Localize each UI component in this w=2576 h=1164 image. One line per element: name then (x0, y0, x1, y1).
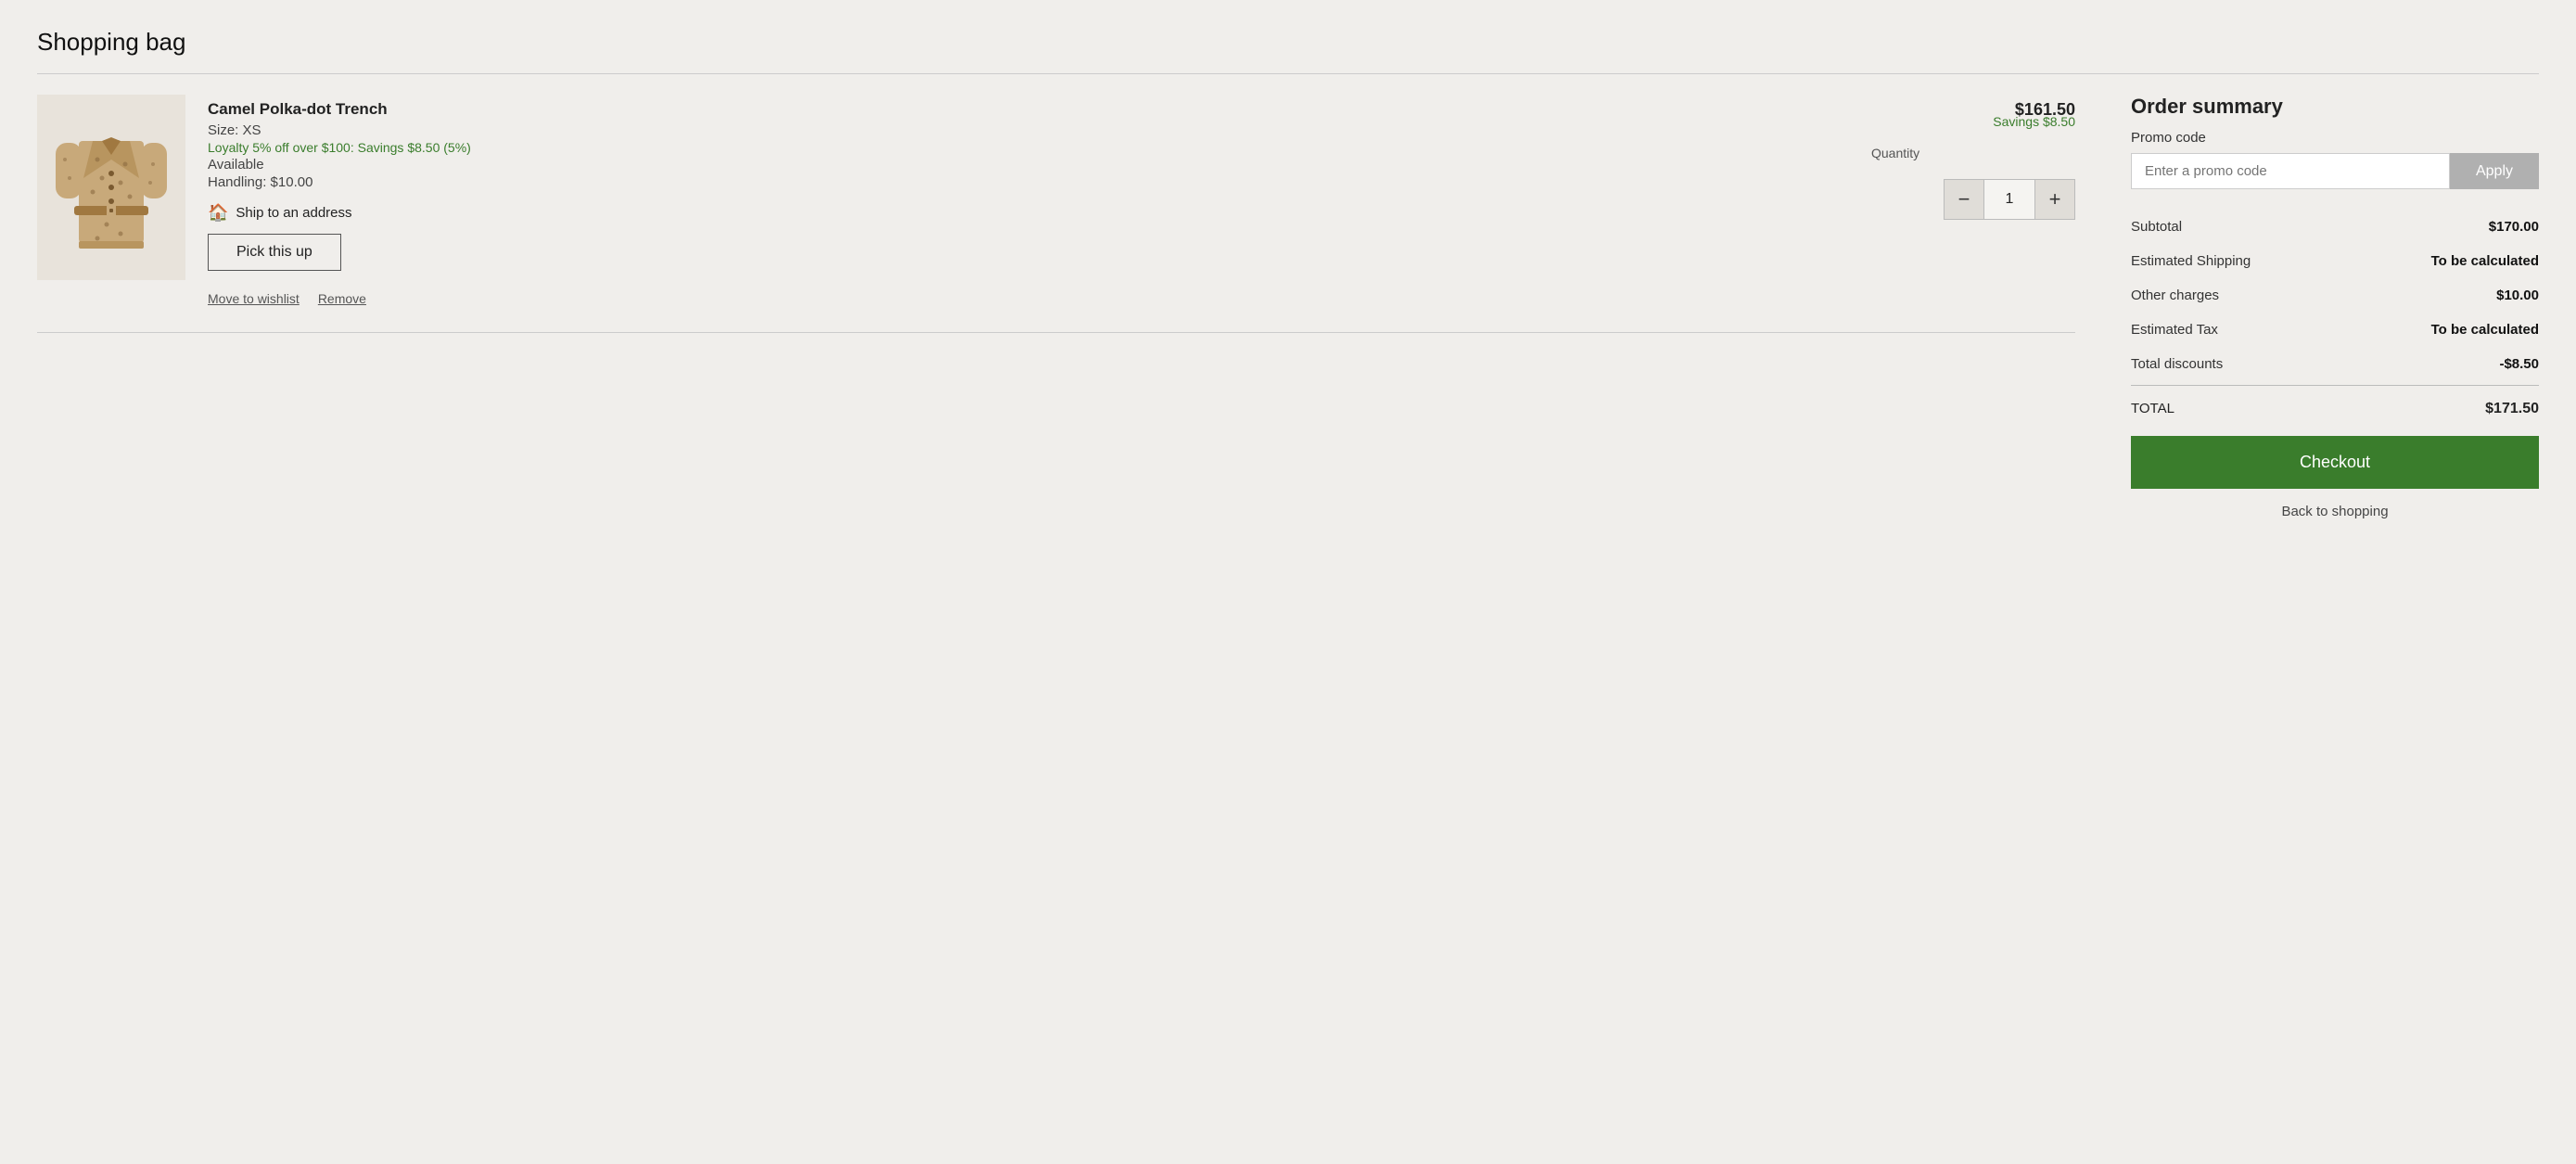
page-title: Shopping bag (37, 28, 2539, 57)
summary-row-shipping: Estimated Shipping To be calculated (2131, 244, 2539, 278)
remove-link[interactable]: Remove (318, 291, 366, 306)
apply-promo-button[interactable]: Apply (2450, 153, 2539, 189)
product-image-svg (51, 104, 172, 271)
tax-value: To be calculated (2431, 322, 2539, 338)
move-to-wishlist-link[interactable]: Move to wishlist (208, 291, 300, 306)
title-divider (37, 73, 2539, 74)
ship-label: Ship to an address (236, 205, 351, 221)
item-right: $161.50 Savings $8.50 Quantity − 1 + (1871, 95, 2075, 306)
total-value: $171.50 (2485, 401, 2539, 417)
tax-label: Estimated Tax (2131, 322, 2218, 338)
item-availability: Available (208, 157, 1856, 173)
subtotal-label: Subtotal (2131, 219, 2182, 235)
item-actions: Move to wishlist Remove (208, 291, 1856, 306)
summary-row-tax: Estimated Tax To be calculated (2131, 313, 2539, 347)
ship-row: 🏠 Ship to an address (208, 203, 1856, 223)
summary-divider (2131, 385, 2539, 386)
other-charges-label: Other charges (2131, 288, 2219, 303)
item-savings: Savings $8.50 (1993, 114, 2075, 129)
cart-bottom-divider (37, 332, 2075, 333)
main-layout: Camel Polka-dot Trench Size: XS Loyalty … (37, 95, 2539, 519)
item-content-row: Camel Polka-dot Trench Size: XS Loyalty … (208, 95, 2075, 306)
shipping-value: To be calculated (2431, 253, 2539, 269)
item-handling: Handling: $10.00 (208, 174, 1856, 190)
summary-row-discounts: Total discounts -$8.50 (2131, 347, 2539, 381)
item-name: Camel Polka-dot Trench (208, 100, 1856, 119)
ship-icon: 🏠 (208, 203, 228, 223)
quantity-label: Quantity (1871, 146, 1919, 160)
quantity-value: 1 (1984, 179, 2034, 220)
discounts-value: -$8.50 (2499, 356, 2539, 372)
quantity-control: − 1 + (1944, 179, 2075, 220)
subtotal-value: $170.00 (2489, 219, 2539, 235)
back-to-shopping-link[interactable]: Back to shopping (2131, 504, 2539, 519)
order-summary: Order summary Promo code Apply Subtotal … (2131, 95, 2539, 519)
other-charges-value: $10.00 (2496, 288, 2539, 303)
increase-quantity-button[interactable]: + (2034, 179, 2075, 220)
cart-item: Camel Polka-dot Trench Size: XS Loyalty … (37, 95, 2075, 328)
shipping-label: Estimated Shipping (2131, 253, 2251, 269)
checkout-button[interactable]: Checkout (2131, 436, 2539, 489)
promo-row: Apply (2131, 153, 2539, 189)
item-details: Camel Polka-dot Trench Size: XS Loyalty … (208, 95, 1856, 306)
item-loyalty: Loyalty 5% off over $100: Savings $8.50 … (208, 140, 1856, 155)
pick-up-button[interactable]: Pick this up (208, 234, 341, 271)
cart-section: Camel Polka-dot Trench Size: XS Loyalty … (37, 95, 2075, 333)
discounts-label: Total discounts (2131, 356, 2223, 372)
total-label: TOTAL (2131, 401, 2174, 416)
promo-label: Promo code (2131, 130, 2539, 146)
summary-row-other: Other charges $10.00 (2131, 278, 2539, 313)
decrease-quantity-button[interactable]: − (1944, 179, 1984, 220)
item-size: Size: XS (208, 122, 1856, 138)
item-image (37, 95, 185, 280)
summary-total-row: TOTAL $171.50 (2131, 390, 2539, 436)
summary-title: Order summary (2131, 95, 2539, 119)
summary-row-subtotal: Subtotal $170.00 (2131, 210, 2539, 244)
summary-rows: Subtotal $170.00 Estimated Shipping To b… (2131, 210, 2539, 436)
promo-code-input[interactable] (2131, 153, 2450, 189)
